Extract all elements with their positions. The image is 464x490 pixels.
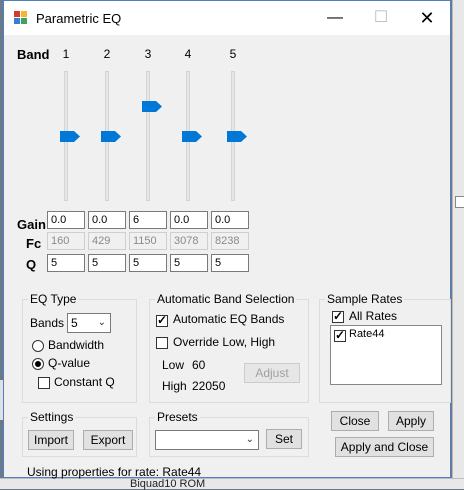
fc-field-1: 160 (47, 232, 85, 250)
presets-group: Presets ⌄ Set (149, 410, 309, 457)
automatic-eq-bands-label: Automatic EQ Bands (173, 312, 285, 326)
eq-type-title: EQ Type (28, 292, 79, 306)
minimize-button[interactable]: — (312, 1, 358, 35)
status-text: Using properties for rate: Rate44 (27, 465, 202, 479)
window-title: Parametric EQ (36, 11, 122, 26)
set-preset-button[interactable]: Set (266, 429, 302, 449)
bands-count-label: Bands (30, 316, 65, 330)
sample-rates-list[interactable]: Rate44 (330, 325, 442, 385)
high-value: 22050 (192, 379, 226, 393)
app-icon (14, 11, 28, 25)
q-field-4[interactable]: 5 (170, 254, 208, 272)
gain-slider-thumb-4[interactable] (182, 130, 202, 142)
gain-field-3[interactable]: 6 (129, 211, 167, 229)
gain-field-2[interactable]: 0.0 (88, 211, 126, 229)
eq-type-group: EQ Type Bands 5 ⌄ Bandwidth Q-value Cons… (22, 292, 137, 403)
background-window-right (452, 0, 464, 488)
auto-band-group: Automatic Band Selection Automatic EQ Ba… (149, 292, 309, 403)
close-button[interactable]: Close (331, 411, 379, 431)
title-bar[interactable]: Parametric EQ — ☐ ✕ (4, 1, 450, 35)
fc-field-3: 1150 (129, 232, 167, 250)
all-rates-label: All Rates (349, 309, 398, 323)
q-field-3[interactable]: 5 (129, 254, 167, 272)
presets-select[interactable]: ⌄ (155, 430, 259, 450)
q-value-label: Q-value (48, 356, 91, 370)
gain-slider-thumb-5[interactable] (227, 130, 247, 142)
all-rates-checkbox[interactable] (332, 309, 344, 323)
override-low-high-label: Override Low, High (173, 335, 276, 349)
band-number-5: 5 (229, 47, 237, 61)
fc-label: Fc (26, 236, 42, 251)
bandwidth-label: Bandwidth (48, 338, 105, 352)
gain-slider-thumb-3[interactable] (142, 100, 162, 112)
automatic-eq-bands-checkbox[interactable] (156, 313, 168, 327)
band-number-2: 2 (103, 47, 111, 61)
background-window-bottom: Biquad10 ROM (0, 478, 464, 490)
bandwidth-radio[interactable] (32, 340, 44, 352)
import-button[interactable]: Import (28, 430, 74, 450)
q-value-radio[interactable] (32, 358, 44, 370)
fc-field-2: 429 (88, 232, 126, 250)
parametric-eq-window: Parametric EQ — ☐ ✕ Band 1 2 3 4 5 Gain … (3, 0, 451, 479)
sample-rates-group: Sample Rates All Rates Rate44 (319, 292, 451, 403)
gain-field-4[interactable]: 0.0 (170, 211, 208, 229)
constant-q-checkbox[interactable] (38, 377, 50, 389)
presets-title: Presets (155, 410, 200, 424)
sample-rates-title: Sample Rates (325, 292, 405, 306)
gain-field-1[interactable]: 0.0 (47, 211, 85, 229)
constant-q-label: Constant Q (54, 375, 115, 389)
bands-count-select[interactable]: 5 ⌄ (67, 313, 111, 333)
high-label: High (162, 379, 187, 393)
apply-and-close-button[interactable]: Apply and Close (335, 437, 434, 457)
rate44-label: Rate44 (349, 328, 385, 340)
fc-field-4: 3078 (170, 232, 208, 250)
chevron-down-icon: ⌄ (245, 434, 254, 445)
bands-count-value: 5 (71, 316, 78, 330)
gain-slider-track-3[interactable] (146, 71, 150, 201)
auto-band-title: Automatic Band Selection (155, 292, 297, 306)
export-button[interactable]: Export (83, 430, 133, 450)
low-value: 60 (192, 358, 206, 372)
band-number-1: 1 (62, 47, 70, 61)
fc-field-5: 8238 (211, 232, 249, 250)
close-window-button[interactable]: ✕ (404, 1, 450, 35)
rate44-checkbox[interactable] (334, 328, 346, 342)
band-label: Band (17, 47, 50, 62)
apply-button[interactable]: Apply (388, 411, 434, 431)
gain-field-5[interactable]: 0.0 (211, 211, 249, 229)
chevron-down-icon: ⌄ (97, 317, 106, 328)
override-low-high-checkbox[interactable] (156, 337, 168, 349)
band-number-4: 4 (184, 47, 192, 61)
gain-slider-thumb-2[interactable] (101, 130, 121, 142)
maximize-button[interactable]: ☐ (358, 1, 404, 35)
background-text: Biquad10 ROM (130, 478, 206, 490)
settings-group: Settings Import Export (22, 410, 137, 457)
low-label: Low (162, 358, 185, 372)
q-field-5[interactable]: 5 (211, 254, 249, 272)
q-field-2[interactable]: 5 (88, 254, 126, 272)
adjust-button: Adjust (244, 363, 300, 383)
settings-title: Settings (28, 410, 76, 424)
q-field-1[interactable]: 5 (47, 254, 85, 272)
gain-slider-thumb-1[interactable] (60, 130, 80, 142)
band-number-3: 3 (144, 47, 152, 61)
gain-label: Gain (17, 217, 46, 232)
q-label: Q (26, 257, 37, 272)
